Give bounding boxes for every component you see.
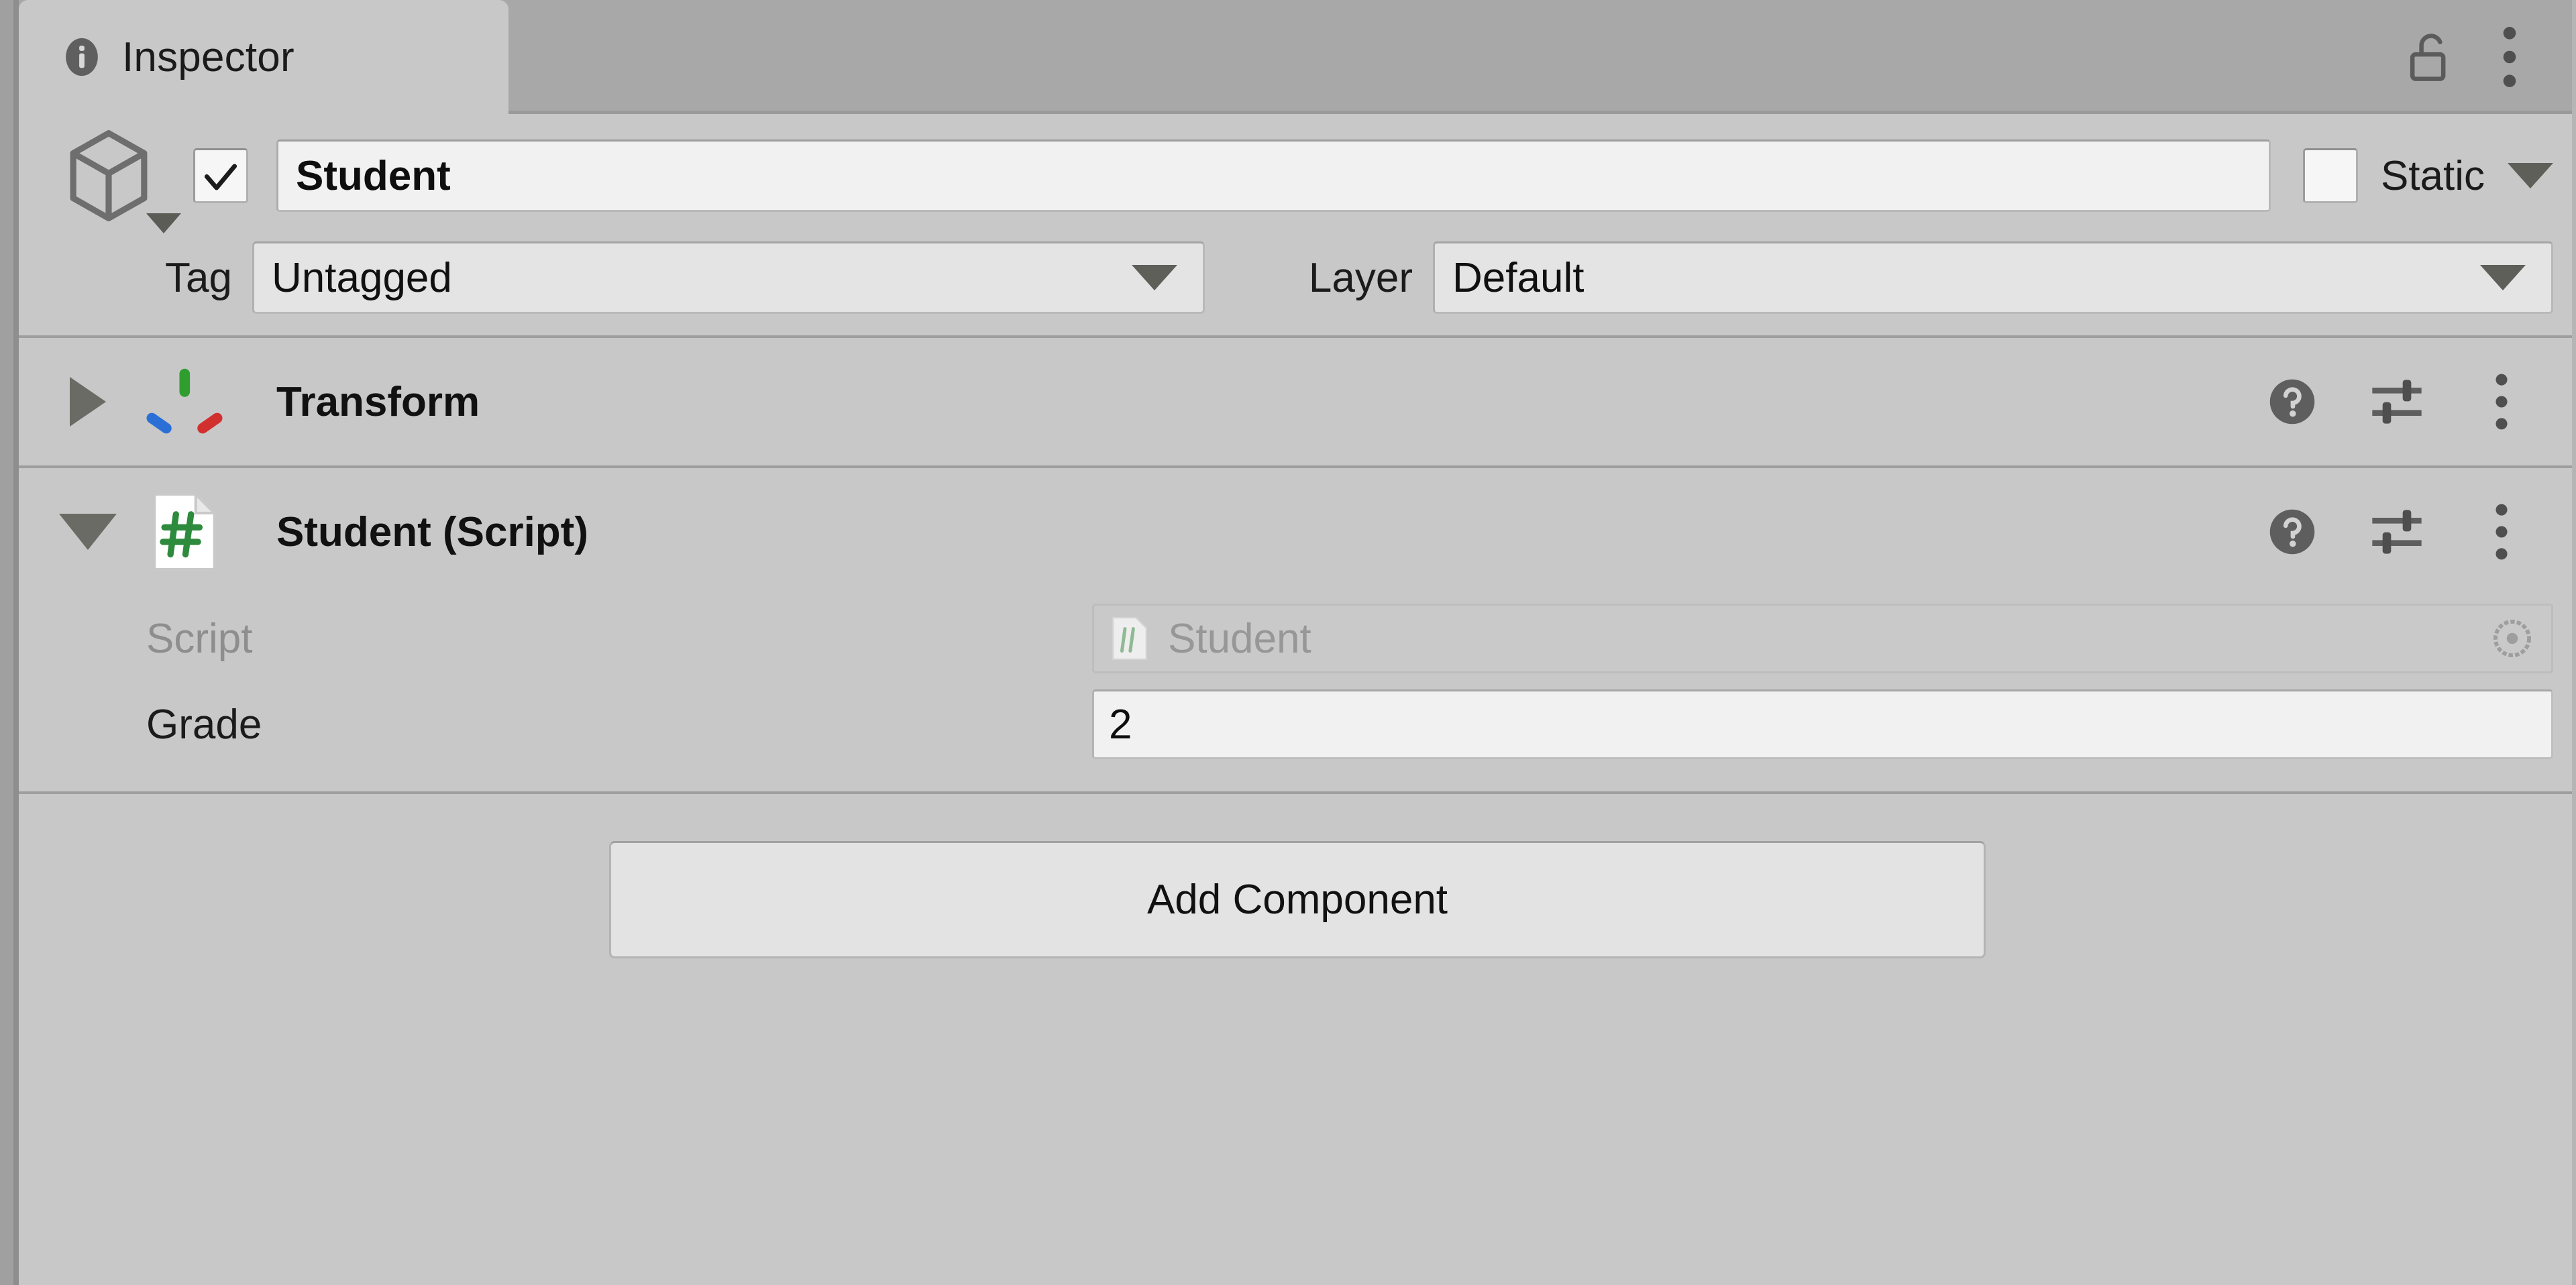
gameobject-name-row: Student Static: [19, 129, 2576, 233]
tab-bar: Inspector: [0, 0, 2576, 114]
static-group: Static: [2302, 148, 2553, 203]
transform-gizmo-icon: [134, 361, 235, 442]
tag-label: Tag: [165, 254, 232, 301]
grade-property-label: Grade: [146, 701, 262, 748]
student-script-title: Student (Script): [276, 508, 588, 555]
component-header-student-script[interactable]: Student (Script): [19, 468, 2576, 596]
padlock-open-icon: [2410, 34, 2446, 81]
add-component-button[interactable]: Add Component: [609, 841, 1986, 958]
property-row-grade: Grade 2: [19, 681, 2576, 767]
inspector-window: Inspector Student Static Tag Untagged La…: [0, 0, 2576, 1285]
transform-help-button[interactable]: [2253, 362, 2332, 441]
script-property-value: Student: [1168, 615, 1311, 662]
gameobject-enabled-checkbox[interactable]: [193, 148, 248, 203]
csharp-script-icon: [1112, 616, 1147, 661]
component-header-transform[interactable]: Transform: [19, 338, 2576, 465]
checkmark-icon: [204, 164, 237, 190]
transform-preset-button[interactable]: [2357, 362, 2436, 441]
static-dropdown-chevron-down-icon[interactable]: [2508, 163, 2553, 188]
triangle-down-icon: [59, 514, 117, 550]
settings-sliders-icon: [2372, 510, 2422, 554]
help-circle-icon: [2269, 379, 2315, 425]
lock-toggle-button[interactable]: [2391, 17, 2470, 97]
tab-menu-button[interactable]: [2470, 17, 2549, 97]
tab-inspector[interactable]: Inspector: [19, 0, 508, 114]
object-picker-icon[interactable]: [2491, 617, 2534, 660]
script-object-field[interactable]: Student: [1092, 604, 2553, 673]
student-script-foldout-toggle[interactable]: [51, 495, 125, 569]
transform-foldout-toggle[interactable]: [51, 365, 125, 439]
student-script-body: Script Student Grade 2: [19, 596, 2576, 791]
script-property-label: Script: [146, 615, 253, 662]
tab-inspector-label: Inspector: [122, 34, 294, 80]
info-icon: [66, 38, 98, 76]
triangle-right-icon: [70, 377, 106, 427]
tab-bar-spacer: [508, 0, 2391, 114]
gameobject-icon-button[interactable]: [34, 129, 193, 233]
kebab-menu-icon: [2503, 27, 2516, 87]
kebab-menu-icon: [2496, 504, 2508, 560]
static-checkbox[interactable]: [2302, 148, 2358, 203]
property-row-script: Script Student: [19, 596, 2576, 681]
layer-label: Layer: [1308, 254, 1413, 301]
gameobject-name-value: Student: [296, 152, 451, 199]
layer-chevron-down-icon: [2480, 265, 2526, 290]
kebab-menu-icon: [2496, 374, 2508, 430]
student-script-preset-button[interactable]: [2357, 492, 2436, 571]
transform-actions: [2253, 362, 2541, 441]
settings-sliders-icon: [2372, 380, 2422, 424]
tag-chevron-down-icon: [1132, 265, 1177, 290]
layer-value: Default: [1452, 254, 1585, 301]
transform-title: Transform: [276, 378, 480, 425]
student-script-help-button[interactable]: [2253, 492, 2332, 571]
tag-value: Untagged: [272, 254, 452, 301]
csharp-script-icon: [134, 491, 235, 572]
dock-left-edge: [0, 0, 13, 1285]
cube-icon: [70, 129, 148, 222]
inspector-footer: Add Component: [19, 794, 2576, 1285]
gameobject-name-input[interactable]: Student: [276, 139, 2271, 212]
static-label: Static: [2380, 152, 2485, 199]
student-script-actions: [2253, 492, 2541, 571]
dock-right-edge: [2572, 0, 2576, 1285]
student-script-menu-button[interactable]: [2462, 492, 2541, 571]
gameobject-header: Student Static Tag Untagged Layer Defaul…: [19, 114, 2576, 335]
tab-bar-actions: [2391, 0, 2576, 114]
layer-dropdown[interactable]: Default: [1433, 241, 2553, 314]
inspector-body: Student Static Tag Untagged Layer Defaul…: [19, 114, 2576, 1285]
add-component-label: Add Component: [1146, 877, 1448, 923]
transform-menu-button[interactable]: [2462, 362, 2541, 441]
gameobject-tag-layer-row: Tag Untagged Layer Default: [19, 240, 2576, 315]
help-circle-icon: [2269, 509, 2315, 555]
gameobject-icon-dropdown-icon[interactable]: [146, 213, 181, 233]
tag-dropdown[interactable]: Untagged: [252, 241, 1205, 314]
grade-input[interactable]: 2: [1092, 689, 2553, 759]
grade-property-value: 2: [1109, 701, 1132, 748]
dock-left-edge-inner: [13, 0, 19, 1285]
